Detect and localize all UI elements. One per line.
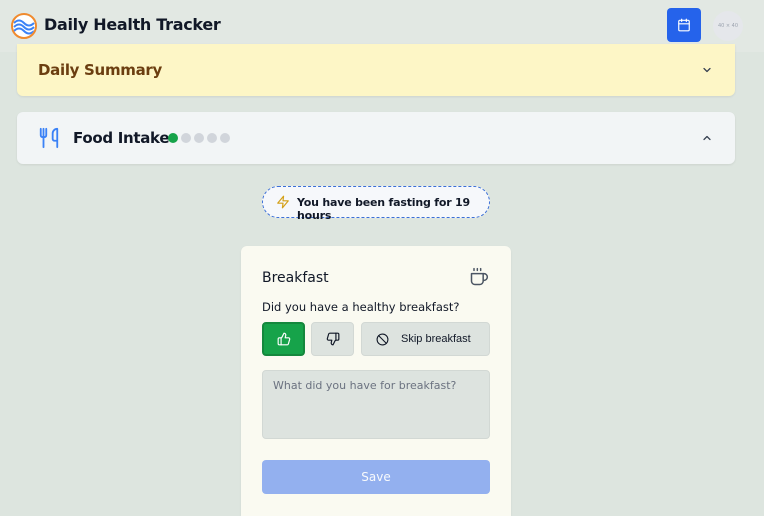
app-logo-icon: [11, 13, 37, 39]
calendar-button[interactable]: [667, 8, 701, 42]
skip-breakfast-label: Skip breakfast: [401, 333, 471, 345]
daily-summary-title: Daily Summary: [38, 61, 162, 79]
progress-dot: [181, 133, 191, 143]
thumbs-up-icon: [277, 332, 290, 346]
thumbs-down-button[interactable]: [311, 322, 354, 356]
thumbs-down-icon: [326, 332, 339, 346]
utensils-icon: [39, 127, 59, 149]
ban-icon: [376, 333, 389, 345]
lightning-icon: [277, 195, 289, 209]
coffee-cup-icon: [470, 267, 488, 286]
avatar[interactable]: 40 × 40: [713, 11, 743, 41]
chevron-down-icon[interactable]: [701, 64, 713, 76]
breakfast-card: Breakfast Did you have a healthy breakfa…: [241, 246, 511, 516]
skip-breakfast-button[interactable]: Skip breakfast: [361, 322, 490, 356]
daily-summary-section[interactable]: Daily Summary: [17, 44, 735, 96]
fasting-text: You have been fasting for 19 hours: [297, 196, 470, 222]
meal-question: Did you have a healthy breakfast?: [262, 300, 460, 314]
fasting-status-badge: You have been fasting for 19 hours: [262, 186, 490, 222]
progress-dot: [220, 133, 230, 143]
calendar-icon: [678, 18, 690, 32]
save-button[interactable]: Save: [262, 460, 490, 494]
food-intake-section[interactable]: Food Intake: [17, 112, 735, 164]
breakfast-description-input[interactable]: [262, 370, 490, 439]
food-intake-title: Food Intake: [73, 129, 170, 147]
progress-dots: [168, 133, 230, 143]
chevron-up-icon[interactable]: [701, 132, 713, 144]
thumbs-up-button[interactable]: [262, 322, 305, 356]
progress-dot: [194, 133, 204, 143]
meal-title: Breakfast: [262, 270, 329, 286]
app-title: Daily Health Tracker: [44, 15, 221, 34]
progress-dot: [207, 133, 217, 143]
progress-dot: [168, 133, 178, 143]
